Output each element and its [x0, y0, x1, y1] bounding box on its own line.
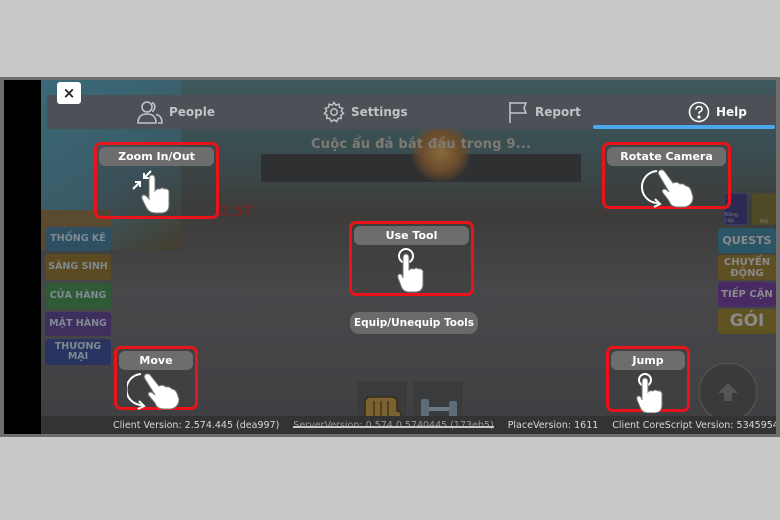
side-button-trade[interactable]: THƯƠNG MẠI [45, 339, 111, 365]
rotate-hand-icon [641, 169, 694, 208]
side-button-label: CỬA HÀNG [49, 290, 107, 301]
side-button-items[interactable]: MẶT HÀNG [45, 312, 111, 336]
tab-label: Report [535, 105, 581, 119]
version-info-bar: Client Version: 2.574.445 (dea997) Serve… [41, 416, 776, 434]
help-circle-icon [688, 101, 710, 123]
side-button-label: GÓI [729, 311, 765, 331]
side-button-quests[interactable]: QUESTS [718, 228, 776, 253]
help-rotate-camera: Rotate Camera [602, 142, 731, 209]
gear-icon [323, 101, 345, 123]
tab-help[interactable]: Help [688, 95, 747, 129]
right-top-icons: Nâng cấp Mời [724, 193, 776, 225]
top-menu-bar: People Settings Report Help [47, 95, 776, 129]
corescript-version: Client CoreScript Version: 5345954812.65… [612, 419, 776, 431]
tab-settings[interactable]: Settings [323, 95, 408, 129]
help-use-tool-label: Use Tool [354, 226, 469, 245]
side-button-label: SĂNG SINH [48, 261, 108, 272]
help-jump-label: Jump [611, 351, 685, 370]
side-button-label: THỐNG KÊ [50, 233, 106, 244]
help-move-label: Move [119, 351, 193, 370]
game-screen: Cuộc ẩu đả bắt đầu trong 9... 2.5T THỐNG… [4, 80, 776, 434]
tap-hand-icon [636, 373, 663, 413]
side-button-shop[interactable]: CỬA HÀNG [45, 283, 111, 309]
help-move: Move [114, 346, 198, 410]
letterbox-bar [4, 80, 41, 434]
upgrade-label: Nâng cấp [725, 212, 739, 224]
help-rotate-label: Rotate Camera [607, 147, 726, 166]
close-icon: × [62, 84, 76, 102]
pinch-hand-icon [132, 170, 170, 214]
scene-fire [411, 122, 471, 182]
tab-label: People [169, 105, 216, 119]
game-viewport: Cuộc ẩu đả bắt đầu trong 9... 2.5T THỐNG… [41, 80, 776, 434]
side-button-stats[interactable]: THỐNG KÊ [45, 227, 111, 251]
tab-label: Settings [351, 105, 408, 119]
side-button-packs[interactable]: GÓI [718, 309, 776, 334]
invite-button[interactable]: Mời [752, 193, 776, 225]
side-button-label: QUESTS [722, 234, 772, 247]
dumbbell-icon [421, 399, 457, 421]
help-jump: Jump [606, 346, 690, 413]
side-button-label: MẶT HÀNG [49, 318, 107, 329]
hotbar [356, 380, 464, 422]
tap-hand-icon [397, 248, 424, 293]
server-version: ServerVersion: 0.574.0.5740445 (173eb5) [293, 419, 495, 431]
hotbar-slot-fist[interactable] [356, 380, 408, 422]
fist-icon [364, 396, 402, 422]
invite-label: Mời [759, 219, 769, 225]
side-button-rebirth[interactable]: SĂNG SINH [45, 254, 111, 280]
place-version: PlaceVersion: 1611 [507, 419, 599, 431]
help-use-tool: Use Tool [349, 221, 474, 296]
help-zoom: Zoom In/Out [94, 142, 219, 219]
tab-report[interactable]: Report [507, 95, 581, 129]
help-zoom-label: Zoom In/Out [99, 147, 214, 166]
right-side-menu: QUESTS CHUYỂN ĐỘNG TIẾP CẬN GÓI [718, 228, 776, 336]
equip-unequip-tools-button[interactable]: Equip/Unequip Tools [350, 312, 478, 334]
side-button-label: TIẾP CẬN [721, 289, 773, 300]
money-display: 2.5T [219, 204, 254, 220]
left-side-menu: THỐNG KÊ SĂNG SINH CỬA HÀNG MẶT HÀNG THƯ… [45, 227, 111, 368]
side-button-emotes[interactable]: CHUYỂN ĐỘNG [718, 255, 776, 280]
jump-button[interactable] [698, 362, 758, 422]
hotbar-slot-dumbbell[interactable] [412, 380, 464, 421]
client-version: Client Version: 2.574.445 (dea997) [113, 419, 280, 431]
tab-label: Help [716, 105, 747, 119]
arrow-up-icon [718, 383, 738, 401]
move-hand-icon [127, 373, 180, 410]
side-button-approach[interactable]: TIẾP CẬN [718, 282, 776, 307]
active-tab-indicator [593, 125, 775, 129]
flag-icon [509, 102, 528, 123]
side-button-label: THƯƠNG MẠI [54, 341, 102, 362]
close-button[interactable]: × [57, 82, 81, 104]
countdown-banner: Cuộc ẩu đả bắt đầu trong 9... [311, 137, 532, 152]
tab-people[interactable]: People [137, 95, 215, 129]
people-icon [137, 101, 163, 124]
side-button-label: CHUYỂN ĐỘNG [723, 256, 771, 279]
